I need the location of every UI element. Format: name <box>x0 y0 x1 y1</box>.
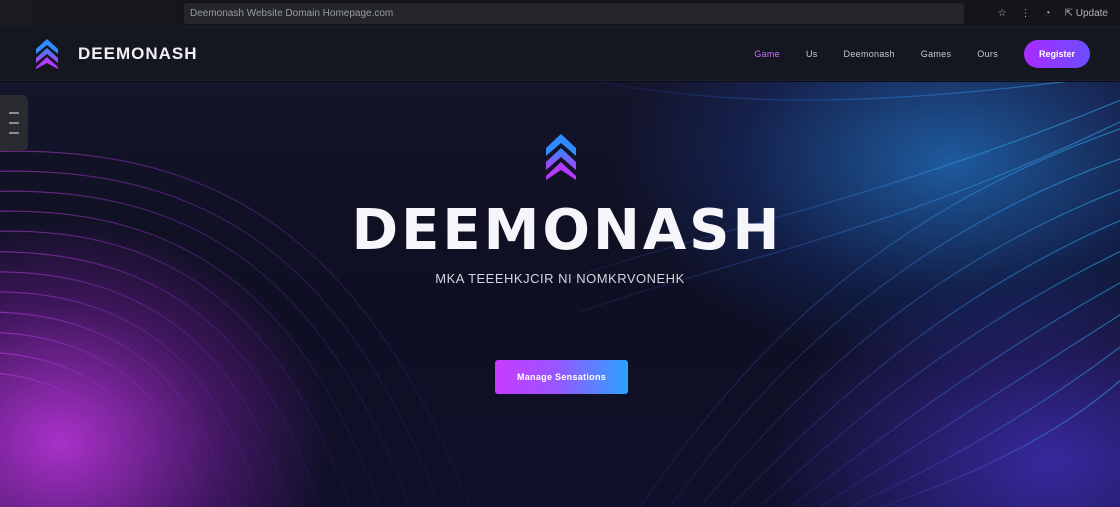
hero-logo-icon <box>546 134 576 180</box>
brand-name: DEEMONASH <box>78 44 198 63</box>
hero-title: DEEMONASH <box>351 198 783 263</box>
browser-menu-label: Update <box>1075 8 1108 19</box>
hero-section: DEEMONASH MKA TEEEHKJCIR NI NOMKRVONEHK … <box>0 82 1120 507</box>
nav-link-game[interactable]: Game <box>754 49 780 59</box>
menu-icon[interactable]: ⇱ Update <box>1065 8 1108 19</box>
site-nav: DEEMONASH Game Us Deemonash Games Ours R… <box>0 27 1120 81</box>
nav-links: Game Us Deemonash Games Ours Register <box>754 39 1090 69</box>
logo-icon <box>36 39 58 69</box>
nav-link-ours[interactable]: Ours <box>977 49 998 59</box>
url-bar[interactable]: Deemonash Website Domain Homepage.com <box>184 3 964 24</box>
browser-tab[interactable] <box>32 0 182 27</box>
profile-icon[interactable]: ◔ <box>1045 8 1051 19</box>
side-drawer-tab[interactable] <box>0 95 28 151</box>
browser-window-controls <box>0 0 32 27</box>
hero-cta-button[interactable]: Manage Sensations <box>495 360 628 394</box>
register-button[interactable]: Register <box>1024 40 1090 68</box>
browser-toolbar-icons: ☆ ⋮ ◔ ⇱ Update <box>998 0 1108 27</box>
nav-link-deemonash[interactable]: Deemonash <box>844 49 895 59</box>
star-icon[interactable]: ☆ <box>998 8 1007 19</box>
brand[interactable]: DEEMONASH <box>36 38 198 70</box>
hero-subtitle: MKA TEEEHKJCIR NI NOMKRVONEHK <box>435 271 685 286</box>
nav-link-us[interactable]: Us <box>806 49 818 59</box>
nav-link-games[interactable]: Games <box>921 49 952 59</box>
puzzle-icon[interactable]: ⋮ <box>1021 8 1031 19</box>
browser-chrome: Deemonash Website Domain Homepage.com ☆ … <box>0 0 1120 27</box>
